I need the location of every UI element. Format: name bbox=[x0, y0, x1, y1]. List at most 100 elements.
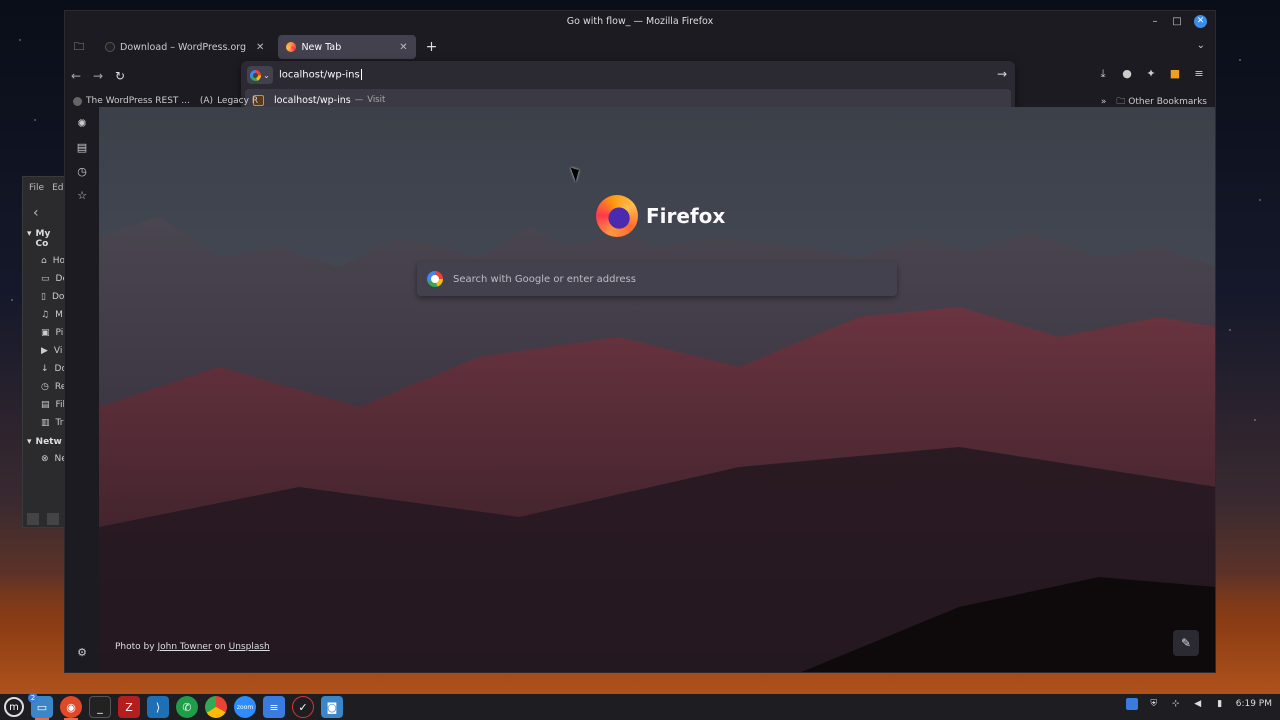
close-tab-icon[interactable]: ✕ bbox=[256, 42, 264, 53]
music-icon: ♫ bbox=[41, 310, 50, 320]
bookmark-wordpress-rest[interactable]: The WordPress REST ... bbox=[73, 96, 190, 106]
place-home[interactable]: ⌂ Ho bbox=[23, 253, 67, 271]
folder-icon: 🗀 bbox=[1116, 97, 1126, 107]
unsplash-link[interactable]: Unsplash bbox=[229, 642, 270, 652]
place-music[interactable]: ♫ M bbox=[23, 307, 67, 325]
battery-icon[interactable]: ▮ bbox=[1214, 698, 1226, 710]
navigation-toolbar: ▮ ← → ↻ ⌄ localhost/wp-ins → localhost/w… bbox=[65, 61, 1215, 183]
history-icon[interactable]: ◷ bbox=[65, 159, 99, 183]
extension-badge-icon[interactable]: ■ bbox=[1167, 65, 1183, 83]
bookmarks-overflow-icon[interactable]: » bbox=[1101, 97, 1107, 107]
menu-icon[interactable]: ≡ bbox=[1191, 65, 1207, 83]
downloads-icon[interactable]: ⤓ bbox=[1095, 65, 1111, 83]
place-desktop[interactable]: ▭ De bbox=[23, 271, 67, 289]
place-filesystem[interactable]: ▤ Fil bbox=[23, 397, 67, 415]
extensions-icon[interactable]: ✦ bbox=[1143, 65, 1159, 83]
whatsapp-app-icon[interactable]: ✆ bbox=[176, 696, 198, 718]
wordpress-favicon-icon bbox=[73, 96, 82, 106]
synced-tabs-icon[interactable]: ▤ bbox=[65, 135, 99, 159]
tab-wordpress-download[interactable]: Download – WordPress.org ✕ bbox=[97, 35, 272, 59]
tab-label: Download – WordPress.org bbox=[120, 41, 247, 53]
todo-app-icon[interactable]: ✓ bbox=[292, 696, 314, 718]
vscode-app-icon[interactable]: ⟩ bbox=[147, 696, 169, 718]
system-tray: ⛨ ⊹ ◀ ▮ 6:19 PM bbox=[1125, 698, 1272, 710]
zoom-app-icon[interactable]: zoom bbox=[234, 696, 256, 718]
bookmark-legacy[interactable]: (A) Legacy R bbox=[200, 96, 258, 106]
firefox-app-icon[interactable]: ◉ bbox=[60, 696, 82, 720]
new-tab-page: Firefox Search with Google or enter addr… bbox=[99, 107, 1215, 672]
customize-sidebar-gear-icon[interactable]: ⚙ bbox=[65, 640, 99, 664]
terminal-app-icon[interactable]: _ bbox=[89, 696, 111, 718]
file-manager-statusbar bbox=[27, 513, 59, 525]
forward-button[interactable]: → bbox=[87, 65, 109, 87]
ai-chatbot-icon[interactable]: ✺ bbox=[65, 111, 99, 135]
shield-icon[interactable]: ⛨ bbox=[1148, 698, 1160, 710]
legacy-favicon-icon: (A) bbox=[199, 96, 214, 106]
file-manager-menu: File Edi bbox=[23, 177, 67, 197]
text-editor-app-icon[interactable]: ≡ bbox=[263, 696, 285, 718]
photographer-link[interactable]: John Towner bbox=[157, 642, 211, 652]
back-button[interactable]: ← bbox=[65, 65, 87, 87]
tab-strip: 🗀 Download – WordPress.org ✕ New Tab ✕ +… bbox=[65, 33, 1215, 61]
file-manager-window[interactable]: File Edi ‹ ▾ My Co ⌂ Ho ▭ De ▯ Do ♫ M ▣ Pi ▶ Vi… bbox=[22, 176, 68, 528]
place-pictures[interactable]: ▣ Pi bbox=[23, 325, 67, 343]
place-documents[interactable]: ▯ Do bbox=[23, 289, 67, 307]
screen-capture-icon[interactable] bbox=[1125, 698, 1138, 710]
files-app-icon[interactable]: 2 ▭ bbox=[28, 693, 53, 720]
screenshot-app-icon[interactable]: ◙ bbox=[321, 696, 343, 718]
maximize-button[interactable]: □ bbox=[1172, 16, 1182, 27]
section-network[interactable]: ▾ Netw bbox=[23, 433, 67, 451]
folder-view-icon[interactable] bbox=[27, 513, 39, 525]
back-icon[interactable]: ‹ bbox=[23, 197, 67, 225]
folder-icon: ▭ bbox=[41, 274, 50, 284]
address-bar[interactable]: ⌄ localhost/wp-ins → bbox=[241, 61, 1015, 89]
bookmarks-star-icon[interactable]: ☆ bbox=[65, 183, 99, 207]
clock[interactable]: 6:19 PM bbox=[1236, 699, 1272, 709]
firefox-view-icon[interactable]: 🗀 bbox=[67, 38, 91, 57]
search-engine-button[interactable]: ⌄ bbox=[247, 66, 273, 84]
close-window-button[interactable]: ✕ bbox=[1194, 15, 1207, 28]
download-icon: ↓ bbox=[41, 364, 49, 374]
picture-icon: ▣ bbox=[41, 328, 50, 338]
chevron-down-icon: ⌄ bbox=[263, 70, 270, 80]
section-my-computer[interactable]: ▾ My Co bbox=[23, 225, 67, 253]
firefox-logo: Firefox bbox=[596, 195, 725, 237]
place-trash[interactable]: ▥ Tr bbox=[23, 415, 67, 433]
search-placeholder: Search with Google or enter address bbox=[453, 273, 636, 285]
go-arrow-icon[interactable]: → bbox=[997, 67, 1007, 81]
title-bar[interactable]: Go with flow_ — Mozilla Firefox – □ ✕ bbox=[65, 11, 1215, 33]
photo-credit: Photo by John Towner on Unsplash bbox=[115, 642, 270, 652]
place-network[interactable]: ⊗ Ne bbox=[23, 451, 67, 469]
mint-menu-icon[interactable]: m bbox=[4, 697, 24, 717]
list-all-tabs-chevron-icon[interactable]: ⌄ bbox=[1197, 40, 1205, 51]
sidebar-launcher: ✺ ▤ ◷ ☆ ⚙ bbox=[65, 111, 99, 672]
address-input[interactable]: localhost/wp-ins bbox=[279, 69, 362, 81]
volume-icon[interactable]: ◀ bbox=[1192, 698, 1204, 710]
menu-file[interactable]: File bbox=[29, 183, 44, 197]
reload-button[interactable]: ↻ bbox=[109, 65, 131, 87]
customize-pencil-icon[interactable]: ✎ bbox=[1173, 630, 1199, 656]
network-icon[interactable]: ⊹ bbox=[1170, 698, 1182, 710]
place-downloads[interactable]: ↓ Do bbox=[23, 361, 67, 379]
window-count-badge: 2 bbox=[28, 693, 38, 703]
minimize-button[interactable]: – bbox=[1150, 16, 1160, 27]
google-icon bbox=[427, 271, 443, 287]
trash-icon: ▥ bbox=[41, 418, 50, 428]
recent-icon: ◷ bbox=[41, 382, 49, 392]
taskbar: m 2 ▭ ◉ _ Z ⟩ ✆ zoom ≡ ✓ ◙ ⛨ ⊹ ◀ ▮ 6:19 P… bbox=[0, 693, 1280, 720]
firefox-logo-icon bbox=[596, 195, 638, 237]
newtab-search-input[interactable]: Search with Google or enter address bbox=[417, 262, 897, 296]
place-recent[interactable]: ◷ Re bbox=[23, 379, 67, 397]
firefox-favicon-icon bbox=[286, 42, 297, 52]
close-tab-icon[interactable]: ✕ bbox=[399, 42, 407, 53]
account-icon[interactable]: ● bbox=[1119, 65, 1135, 83]
place-videos[interactable]: ▶ Vi bbox=[23, 343, 67, 361]
chrome-app-icon[interactable] bbox=[205, 696, 227, 718]
home-icon: ⌂ bbox=[41, 256, 47, 266]
filezilla-app-icon[interactable]: Z bbox=[118, 696, 140, 718]
tree-view-icon[interactable] bbox=[47, 513, 59, 525]
new-tab-button[interactable]: + bbox=[426, 39, 438, 55]
tab-new-tab[interactable]: New Tab ✕ bbox=[278, 35, 416, 59]
document-icon: ▯ bbox=[41, 292, 46, 302]
video-icon: ▶ bbox=[41, 346, 48, 356]
